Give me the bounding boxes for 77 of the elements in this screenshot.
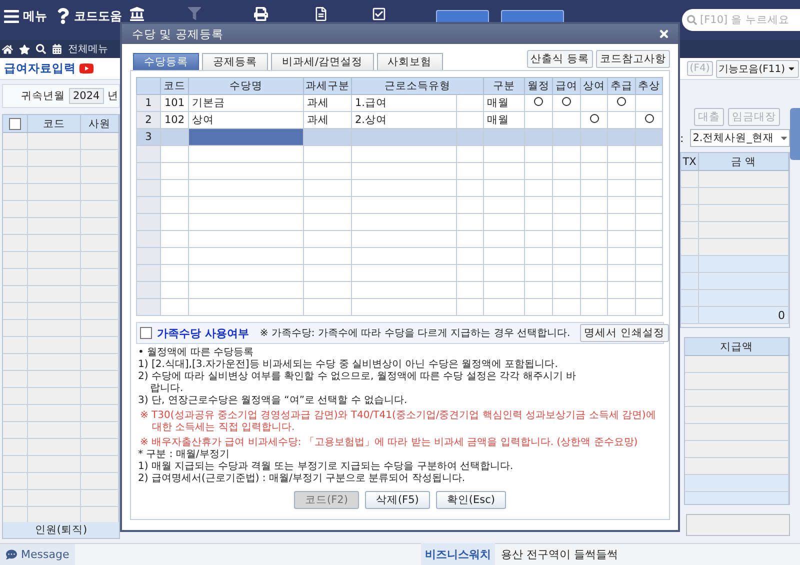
star-icon [19,44,30,54]
row-number: 1 [145,97,152,109]
table-cell: 2.상여 [355,114,388,126]
view-dropdown[interactable]: 2.전체사원_현재 [690,129,790,147]
separator-text: : [680,132,684,144]
column-header: 추상 [638,80,660,92]
tab[interactable]: 비과세/감면설정 [271,53,374,70]
toolbar-button[interactable]: 코드도움 [55,7,122,25]
period-label: 귀속년월 [21,89,65,103]
table-cell: 매월 [487,97,509,109]
column-header: 코드 [43,116,65,130]
column-header: 사원 [88,116,110,130]
note-heading: • 월정액에 따른 수당등록 [138,347,254,359]
column-header: 과세구분 [306,80,350,92]
table-cell: 102 [164,114,185,126]
search-icon [687,15,697,25]
print-settings-button[interactable]: 명세서 인쇄설정 [580,324,669,342]
table-cell: 기본금 [192,97,225,109]
table-cell: 상여 [192,114,214,126]
close-icon[interactable] [658,28,670,40]
checkbox-label: 가족수당 사용여부 [157,326,249,340]
help-icon [55,8,71,24]
note-heading: * 구분 : 매월/부정기 [138,449,230,461]
note-text: 1) 매월 지급되는 수당과 격월 또는 부정기로 지급되는 수당을 구분하여 선택합니다. [138,461,514,473]
column-header: 금 액 [730,154,756,168]
news-source: 비즈니스워치 [421,543,496,565]
filter-icon [188,7,201,20]
checkbox-icon [372,7,386,21]
table-cell: 매월 [487,114,509,126]
message-tab[interactable]: Message [0,544,76,565]
checkbox[interactable] [140,327,152,339]
all-menu-link[interactable]: 전체메뉴 [68,42,108,56]
search-icon [36,44,46,54]
column-header: 근로소득유형 [384,80,450,92]
warning-text: ※ T30(성과공유 중소기업 경영성과급 감면)와 T40/T41(중소기업/중견기업 핵심인력 성과보상기금 소득세 감면)에 대한 소득세는 직접 입력합니다. [139,410,657,434]
home-icon [2,44,13,54]
year-unit: 년 [108,89,119,103]
column-header: 수당명 [230,80,262,92]
chat-icon [6,549,17,560]
toolbar-button[interactable]: 메뉴 [3,7,47,25]
dialog-button[interactable]: 확인(Esc) [436,491,506,509]
column-header: 월정 [528,80,550,92]
row-number: 3 [145,131,152,143]
column-header: 구분 [493,80,515,92]
note-text: 3) 단, 연장근로수당은 월정액을 “여”로 선택할 수 없습니다. [138,395,408,407]
row-number: 2 [145,114,152,126]
video-icon [79,61,94,76]
note-text: 2) 수당에 따라 실비변상 여부를 확인할 수 없으므로, 월정액에 따른 수당 설정은 각각 해주시기 바랍니다. [138,371,577,395]
footer-label: 인원(퇴직) [34,523,88,537]
table-cell: 과세 [307,97,329,109]
table-cell: 과세 [307,114,329,126]
family-note: ※ 가족수당: 가족수에 따라 수당을 다르게 지급하는 경우 선택합니다. [260,327,570,340]
column-header: 추급 [610,80,632,92]
column-header: 상여 [583,80,605,92]
year-field[interactable]: 2024 [69,88,104,104]
menu-icon [3,8,20,24]
checkbox[interactable] [9,118,21,130]
note-text: 2) 급여명세서(근로기준법) : 매월/부정기 구분으로 분류되어 작성됩니다. [138,473,466,485]
function-button[interactable]: 기능모음(F11) [716,60,799,78]
news-headline[interactable]: 용산 전구역이 들썩들썩 [495,547,618,562]
action-button[interactable]: 산출식 등록 [526,50,593,68]
tab[interactable]: 사회보험 [376,53,443,70]
tab[interactable]: 공제등록 [202,53,268,70]
column-header: TX [682,156,696,168]
column-header: 코드 [164,80,186,92]
total-amount: 0 [778,308,785,322]
column-header: 급여 [556,80,578,92]
note-text: 1) [2.식대],[3.자가운전]등 비과세되는 수당 중 실비변상이 아닌 수당은 월정액에 포함됩니다. [138,359,559,371]
dialog-button[interactable]: 삭제(F5) [364,491,430,509]
column-header: 지급액 [720,340,753,354]
table-cell: 1.급여 [355,97,388,109]
table-cell: 101 [164,97,185,109]
warning-text: ※ 배우자출산휴가 급여 비과세수당: 「고용보험법」에 따라 받는 비과세 금액을 입력합니다. (상한액 준수요망) [139,437,639,449]
page-title: 급여자료입력 [4,61,76,76]
calendar-icon [52,44,62,54]
dialog-title: 수당 및 공제등록 [132,26,224,42]
action-button[interactable]: 코드참고사항 [596,50,670,68]
